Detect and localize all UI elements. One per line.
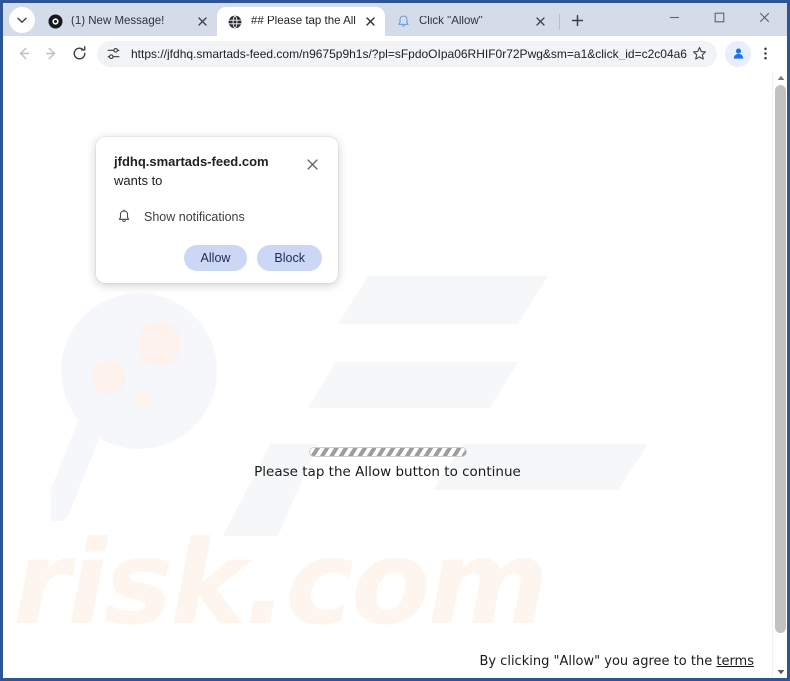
scroll-thumb[interactable] xyxy=(775,85,786,633)
loading-block: Please tap the Allow button to continue xyxy=(3,447,772,480)
new-tab-button[interactable] xyxy=(564,7,590,33)
magnifier-watermark xyxy=(44,281,241,522)
reload-icon xyxy=(73,46,85,60)
arrow-right-icon xyxy=(45,47,55,60)
dark-circle-icon xyxy=(47,14,63,30)
dialog-origin: jfdhq.smartads-feed.com xyxy=(114,154,269,169)
minimize-button[interactable] xyxy=(652,3,697,32)
site-settings-icon[interactable] xyxy=(101,42,125,66)
permission-request-label: Show notifications xyxy=(144,209,245,224)
tab-title: Click "Allow" xyxy=(419,15,483,27)
tab-separator xyxy=(559,14,560,30)
caret-up-icon xyxy=(777,75,784,80)
dialog-close-button[interactable] xyxy=(302,154,322,174)
bell-icon xyxy=(395,14,411,30)
arrow-left-icon xyxy=(19,47,29,60)
url-text[interactable]: https://jfdhq.smartads-feed.com/n9675p9h… xyxy=(131,48,687,60)
vertical-scrollbar[interactable] xyxy=(772,71,787,678)
close-icon xyxy=(759,12,770,23)
page-viewport: risk.com Please tap the Allow button to … xyxy=(3,71,787,678)
pc-letterform-watermark xyxy=(218,276,772,536)
notification-permission-dialog: jfdhq.smartads-feed.com wants to Show no… xyxy=(96,137,338,284)
tab-title: (1) New Message! xyxy=(71,15,165,27)
globe-icon xyxy=(227,14,243,30)
close-window-button[interactable] xyxy=(742,3,787,32)
footer-prefix-text: By clicking "Allow" you agree to the xyxy=(479,654,717,669)
tab-new-message[interactable]: (1) New Message! xyxy=(37,7,217,36)
minimize-icon xyxy=(670,16,679,19)
forward-button[interactable] xyxy=(37,40,65,68)
tab-close-button[interactable] xyxy=(194,13,211,30)
tab-please-tap-allow[interactable]: ## Please tap the Allow button xyxy=(217,7,385,36)
tap-instruction-text: Please tap the Allow button to continue xyxy=(254,464,521,480)
tab-strip: (1) New Message! ## Please tap the Allow… xyxy=(3,3,787,36)
browser-window: (1) New Message! ## Please tap the Allow… xyxy=(0,0,790,681)
dialog-header: jfdhq.smartads-feed.com wants to xyxy=(114,153,322,191)
scroll-up-button[interactable] xyxy=(773,71,787,85)
window-controls xyxy=(652,3,787,36)
reload-button[interactable] xyxy=(65,40,93,68)
tab-search-button[interactable] xyxy=(9,7,35,33)
dialog-actions: Allow Block xyxy=(114,244,322,272)
dialog-title-suffix: wants to xyxy=(114,172,163,188)
bookmark-star-icon[interactable] xyxy=(687,42,711,66)
plus-icon xyxy=(571,14,583,26)
maximize-icon xyxy=(714,12,725,23)
scroll-down-button[interactable] xyxy=(773,665,787,678)
caret-down-icon xyxy=(777,670,784,675)
maximize-button[interactable] xyxy=(697,3,742,32)
close-icon xyxy=(306,158,318,170)
person-icon xyxy=(733,48,743,59)
tab-click-allow[interactable]: Click "Allow" xyxy=(385,7,555,36)
terms-link[interactable]: terms xyxy=(716,654,754,669)
permission-request-row: Show notifications xyxy=(114,207,322,227)
footer-disclaimer: By clicking "Allow" you agree to the ter… xyxy=(479,654,754,669)
dialog-title: jfdhq.smartads-feed.com wants to xyxy=(114,153,302,191)
more-vertical-icon xyxy=(763,47,767,60)
tab-close-button[interactable] xyxy=(362,13,379,30)
chrome-menu-button[interactable] xyxy=(751,40,779,68)
browser-toolbar: https://jfdhq.smartads-feed.com/n9675p9h… xyxy=(3,36,787,71)
tab-title: ## Please tap the Allow button xyxy=(251,15,356,27)
progress-bar xyxy=(308,447,467,457)
bell-icon xyxy=(114,207,134,227)
block-button[interactable]: Block xyxy=(257,244,322,272)
watermark-text: risk.com xyxy=(13,526,549,651)
profile-avatar[interactable] xyxy=(725,40,751,67)
back-button[interactable] xyxy=(9,40,37,68)
chevron-down-icon xyxy=(17,17,27,23)
address-bar[interactable]: https://jfdhq.smartads-feed.com/n9675p9h… xyxy=(97,40,717,67)
allow-button[interactable]: Allow xyxy=(183,244,248,272)
tab-close-button[interactable] xyxy=(532,13,549,30)
